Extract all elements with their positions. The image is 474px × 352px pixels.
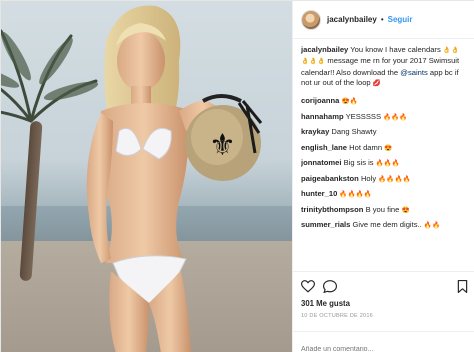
- post-date: 10 DE OCTUBRE DE 2016: [301, 313, 373, 319]
- comment-emoji: 🔥🔥🔥🔥: [339, 191, 372, 199]
- comment-item: hunter_10 🔥🔥🔥🔥: [301, 189, 467, 200]
- svg-text:⚜: ⚜: [209, 128, 236, 163]
- header-separator: •: [380, 15, 384, 24]
- comment-emoji: 🔥🔥🔥🔥: [378, 175, 411, 183]
- comment-emoji: 🔥🔥🔥: [383, 113, 408, 121]
- comment-emoji: 😍: [384, 144, 393, 152]
- post-photo[interactable]: ⚜: [1, 1, 292, 352]
- add-comment-input[interactable]: [301, 346, 468, 352]
- comment-item: jonnatomei Big sis is 🔥🔥🔥: [301, 158, 467, 169]
- caption-author[interactable]: jacalynbailey: [301, 45, 348, 54]
- likes-count[interactable]: 301 Me gusta: [301, 299, 468, 308]
- comment-user[interactable]: summer_rials: [301, 220, 350, 229]
- comments-list[interactable]: jacalynbailey You know I have calendars …: [293, 39, 474, 271]
- comment-text: Give me dem digits..: [352, 220, 422, 230]
- comment-user[interactable]: paigeabankston: [301, 174, 359, 183]
- comment-text: Holy: [360, 173, 377, 183]
- comment-bubble-icon[interactable]: [323, 279, 337, 293]
- caption-emoji-2: 💋: [372, 79, 381, 87]
- comment-user[interactable]: kraykay: [301, 127, 329, 136]
- instagram-post: ⚜ jacalynbailey • Seguir jacalynbailey Y…: [0, 0, 474, 352]
- comment-emoji: 🔥🔥🔥: [375, 160, 401, 168]
- comment-user[interactable]: corijoanna: [301, 96, 339, 105]
- caption-text-before: You know I have calendars: [350, 45, 441, 54]
- comment-user[interactable]: trinitybthompson: [301, 205, 363, 214]
- comment-item: paigeabankston Holy 🔥🔥🔥🔥: [301, 174, 467, 185]
- post-caption: jacalynbailey You know I have calendars …: [301, 45, 467, 89]
- heart-icon[interactable]: [301, 279, 315, 293]
- comment-text: Big sis is: [343, 158, 374, 168]
- post-actions: 301 Me gusta 10 DE OCTUBRE DE 2016: [293, 271, 474, 319]
- comment-text: YESSSSS: [345, 111, 382, 121]
- bookmark-icon[interactable]: [457, 279, 468, 293]
- comment-item: kraykay Dang Shawty: [301, 127, 467, 138]
- comment-text: Dang Shawty: [331, 127, 377, 137]
- comment-item: summer_rials Give me dem digits.. 🔥🔥: [301, 220, 467, 231]
- comment-user[interactable]: jonnatomei: [301, 158, 342, 167]
- comment-emoji: 😍: [401, 206, 410, 214]
- comment-user[interactable]: english_lane: [301, 143, 347, 152]
- add-comment-bar: [293, 331, 474, 352]
- post-side-panel: jacalynbailey • Seguir jacalynbailey You…: [292, 1, 474, 352]
- comment-user[interactable]: hannahamp: [301, 112, 344, 121]
- avatar[interactable]: [301, 9, 321, 30]
- action-icons: [301, 278, 468, 294]
- caption-mention[interactable]: @saints: [400, 68, 428, 77]
- comment-emoji: 🔥🔥: [423, 222, 441, 230]
- follow-button[interactable]: Seguir: [388, 15, 413, 24]
- header-username[interactable]: jacalynbailey: [327, 15, 377, 24]
- comment-item: english_lane Hot damn 😍: [301, 143, 467, 154]
- comment-item: corijoanna 😍🔥: [301, 96, 467, 107]
- comment-item: trinitybthompson B you fine 😍: [301, 205, 467, 216]
- comment-text: Hot damn: [349, 142, 383, 152]
- comment-user[interactable]: hunter_10: [301, 189, 337, 198]
- comment-text: B you fine: [365, 204, 400, 214]
- comment-item: hannahamp YESSSSS 🔥🔥🔥: [301, 112, 467, 123]
- saints-helmet: ⚜: [185, 94, 263, 181]
- post-header: jacalynbailey • Seguir: [293, 1, 474, 39]
- comment-emoji: 😍🔥: [341, 98, 358, 106]
